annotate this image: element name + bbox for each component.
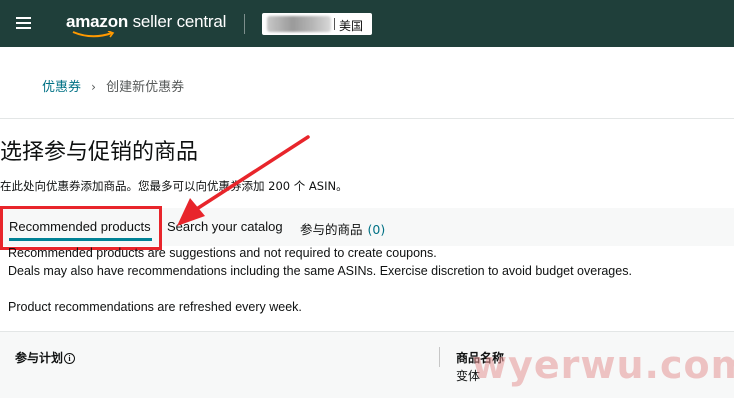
annotation-arrow-icon	[177, 135, 310, 226]
